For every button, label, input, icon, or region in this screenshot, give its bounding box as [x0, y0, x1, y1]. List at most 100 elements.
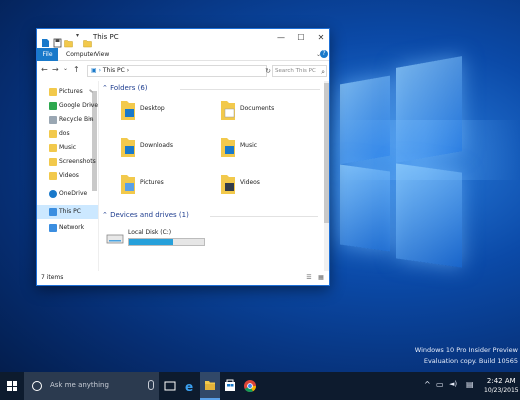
- maximize-button[interactable]: ☐: [292, 31, 310, 45]
- music-folder-icon: [221, 138, 235, 157]
- drives-group-header[interactable]: ⌃ Devices and drives (1): [102, 211, 189, 219]
- sidebar-item-network[interactable]: Network: [37, 221, 98, 235]
- cortana-search-box[interactable]: Ask me anything: [24, 372, 159, 400]
- edge-button[interactable]: e: [180, 372, 200, 400]
- folder-pictures[interactable]: Pictures: [110, 169, 210, 199]
- build-watermark: Windows 10 Pro Insider Preview Evaluatio…: [415, 345, 518, 367]
- pictures-folder-icon: [121, 175, 135, 194]
- save-icon[interactable]: [53, 33, 62, 48]
- folder-label: Documents: [240, 105, 275, 112]
- sidebar-item-recycle-bin[interactable]: Recycle Bin ✎: [37, 113, 98, 127]
- drive-label: Local Disk (C:): [128, 229, 172, 236]
- folders-group-header[interactable]: ⌃ Folders (6): [102, 84, 148, 92]
- sidebar-item-google-drive[interactable]: Google Drive ✎: [37, 99, 98, 113]
- task-view-button[interactable]: [160, 372, 180, 400]
- windows-logo-icon: [7, 381, 17, 391]
- notifications-icon[interactable]: ▤: [466, 380, 474, 389]
- tab-computer[interactable]: Computer: [66, 48, 96, 61]
- divider: [210, 216, 318, 217]
- start-button[interactable]: [0, 372, 24, 400]
- recent-locations-button[interactable]: ⌄: [63, 65, 68, 72]
- sidebar-item-screenshots[interactable]: Screenshots: [37, 155, 98, 169]
- minimize-button[interactable]: —: [272, 31, 290, 45]
- large-icons-view-icon[interactable]: ▦: [317, 274, 325, 282]
- breadcrumb-this-pc[interactable]: This PC: [103, 67, 125, 74]
- folder-icon[interactable]: [64, 33, 73, 48]
- content-scrollbar[interactable]: [324, 81, 329, 271]
- google-drive-icon: [49, 102, 57, 110]
- sidebar-item-pictures[interactable]: Pictures ✎: [37, 85, 98, 99]
- search-icon: ⌕: [321, 68, 325, 76]
- sidebar-item-onedrive[interactable]: OneDrive: [37, 187, 98, 201]
- quick-access-icon[interactable]: [41, 33, 50, 47]
- chevron-up-icon: ⌃: [102, 84, 111, 92]
- microphone-icon[interactable]: [148, 380, 154, 390]
- folder-desktop[interactable]: Desktop: [110, 95, 210, 125]
- file-explorer-button[interactable]: [200, 372, 220, 400]
- navigation-bar: ← → ⌄ ↑ ▣ › This PC › ↻ Search This PC ⌕: [37, 62, 329, 80]
- tab-file[interactable]: File: [37, 48, 58, 61]
- downloads-folder-icon: [121, 138, 135, 157]
- file-explorer-window[interactable]: ▾ This PC — ☐ ✕ File Computer View ⌄ ? ←…: [36, 28, 330, 286]
- onedrive-icon: [49, 190, 57, 198]
- scrollbar-thumb[interactable]: [324, 83, 329, 223]
- windows-logo-pane-top-left: [340, 75, 390, 165]
- ribbon: File Computer View ⌄ ?: [37, 48, 329, 61]
- sidebar-item-this-pc[interactable]: This PC: [37, 205, 98, 219]
- desktop: ▾ This PC — ☐ ✕ File Computer View ⌄ ? ←…: [0, 0, 520, 400]
- sidebar-item-label: Pictures: [59, 88, 83, 95]
- show-hidden-icons-button[interactable]: ^: [424, 380, 431, 389]
- folder-downloads[interactable]: Downloads: [110, 132, 210, 162]
- details-view-icon[interactable]: ☰: [305, 274, 313, 282]
- divider: [180, 89, 320, 90]
- network-icon[interactable]: ▭: [436, 380, 444, 389]
- title-bar[interactable]: ▾ This PC — ☐ ✕: [37, 29, 329, 48]
- folder-documents[interactable]: Documents: [210, 95, 310, 125]
- content-pane[interactable]: ⌃ Folders (6) ⌃ Devices and drives (1) D…: [100, 81, 329, 271]
- sidebar-item-dos[interactable]: dos: [37, 127, 98, 141]
- pictures-folder-icon: [49, 88, 57, 96]
- chrome-button[interactable]: [240, 372, 260, 400]
- sidebar-item-label: Network: [59, 224, 85, 231]
- edge-icon: e: [185, 380, 193, 394]
- address-bar[interactable]: ▣ › This PC ›: [87, 65, 267, 77]
- drive-usage-fill: [129, 239, 173, 245]
- store-icon: [225, 379, 235, 391]
- desktop-folder-icon: [121, 101, 135, 120]
- up-button[interactable]: ↑: [73, 65, 80, 74]
- folder-videos[interactable]: Videos: [210, 169, 310, 199]
- computer-icon: [49, 208, 57, 216]
- store-button[interactable]: [220, 372, 240, 400]
- watermark-line-2: Evaluation copy. Build 10565: [423, 357, 518, 365]
- back-button[interactable]: ←: [41, 65, 48, 74]
- volume-icon[interactable]: ◄): [449, 380, 457, 388]
- windows-logo-pane-top-right: [396, 56, 462, 163]
- pin-icon: ✎: [89, 117, 94, 123]
- taskbar: Ask me anything e ^ ▭ ◄) ▤ 2:42 AM 10/23…: [0, 372, 520, 400]
- clock[interactable]: 2:42 AM 10/23/2015: [484, 376, 519, 396]
- computer-icon: ▣ ›: [91, 67, 103, 74]
- folder-label: Desktop: [140, 105, 165, 112]
- breadcrumb-chevron-icon[interactable]: ›: [125, 67, 129, 74]
- tab-view[interactable]: View: [95, 48, 109, 61]
- folders-header-label: Folders (6): [110, 84, 148, 92]
- search-input[interactable]: Search This PC ⌕: [272, 65, 327, 77]
- pin-icon: ✎: [89, 103, 94, 109]
- folder-music[interactable]: Music: [210, 132, 310, 162]
- svg-text:e: e: [185, 380, 193, 394]
- help-icon[interactable]: ?: [320, 50, 328, 58]
- navigation-pane[interactable]: Pictures ✎ Google Drive ✎ Recycle Bin ✎ dos Mus…: [37, 81, 99, 271]
- forward-button[interactable]: →: [52, 65, 59, 74]
- sidebar-item-music[interactable]: Music: [37, 141, 98, 155]
- window-title: This PC: [93, 33, 119, 41]
- drive-local-disk-c[interactable]: Local Disk (C:): [106, 229, 206, 253]
- folder-icon: [49, 158, 57, 166]
- recycle-bin-icon: [49, 116, 57, 124]
- clock-date: 10/23/2015: [484, 387, 519, 394]
- videos-folder-icon: [49, 172, 57, 180]
- windows-logo-pane-bottom-right: [396, 163, 462, 268]
- close-button[interactable]: ✕: [312, 31, 330, 45]
- title-folder-icon: [83, 33, 92, 48]
- windows-logo-pane-bottom-left: [340, 164, 390, 252]
- sidebar-item-videos[interactable]: Videos: [37, 169, 98, 183]
